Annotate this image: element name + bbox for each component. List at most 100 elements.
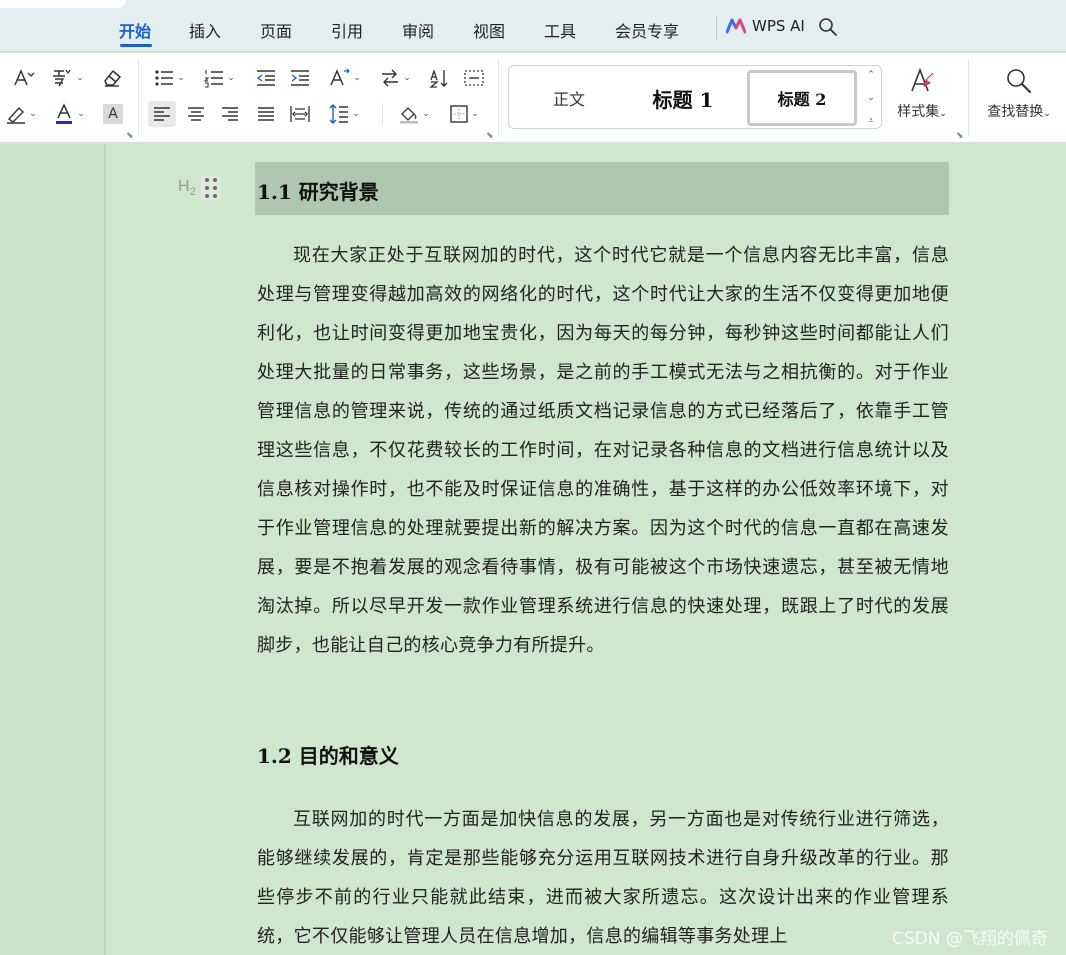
tab-home[interactable]: 开始 [119, 18, 151, 42]
show-marks-button[interactable] [460, 65, 488, 91]
character-shading-button[interactable]: A [100, 101, 126, 127]
eraser-icon [104, 70, 121, 87]
wps-ai-logo-icon [726, 18, 746, 34]
justify-button[interactable] [252, 101, 280, 127]
window-corner [0, 0, 126, 8]
chevron-down-icon: ⌄ [471, 109, 479, 119]
style-set-icon [911, 67, 934, 92]
numbered-list-icon [203, 70, 224, 88]
line-spacing-icon [329, 104, 349, 124]
increase-indent-button[interactable] [286, 65, 314, 91]
sort-icon [429, 68, 448, 88]
line-spacing-button[interactable]: ⌄ [324, 101, 364, 127]
section-1-2-paragraph[interactable]: 互联网加的时代一方面是加快信息的发展，另一方面也是对传统行业进行筛选，能够继续发… [257, 800, 949, 955]
chevron-down-icon: ⌄ [77, 109, 85, 119]
paragraph-dialog-launcher-icon[interactable]: ⬊ [486, 131, 494, 141]
ribbon-divider [138, 59, 139, 137]
heading-level-marker: H2 [178, 178, 196, 199]
chevron-down-icon[interactable]: ⌄ [867, 93, 875, 103]
font-size-decrease-button[interactable] [10, 65, 38, 91]
justify-icon [258, 107, 274, 121]
numbered-list-button[interactable]: ⌄ [200, 65, 238, 91]
tab-view[interactable]: 视图 [473, 18, 505, 42]
chevron-down-icon: ⌄ [403, 73, 411, 83]
wps-ai-label: WPS AI [752, 17, 805, 35]
style-normal[interactable]: 正文 [517, 74, 621, 122]
search-button[interactable] [818, 17, 838, 41]
chevron-down-icon: ⌄ [352, 109, 360, 119]
borders-button[interactable]: ⌄ [444, 101, 484, 127]
block-drag-handle-icon[interactable] [201, 176, 221, 200]
ribbon-divider [382, 103, 383, 125]
section-heading-1-2[interactable]: 1.2 目的和意义 [257, 740, 399, 769]
clear-format-button[interactable] [98, 65, 126, 91]
find-replace-label: 查找替换 [987, 104, 1044, 120]
font-color-button[interactable]: ⌄ [50, 101, 88, 127]
find-replace-button[interactable]: 查找替换⌄ [980, 67, 1058, 121]
active-tab-indicator [120, 44, 152, 47]
align-center-icon [188, 107, 204, 121]
highlighter-icon [7, 106, 26, 124]
paint-bucket-icon [400, 107, 419, 124]
style-gallery-scroll[interactable]: ⌃ ⌄ ⩡ [865, 70, 877, 126]
align-left-button[interactable] [148, 101, 176, 127]
tab-review[interactable]: 审阅 [402, 18, 434, 42]
show-marks-icon [464, 70, 484, 86]
sort-button[interactable] [426, 65, 454, 91]
chevron-down-icon: ⌄ [76, 73, 84, 83]
chevron-down-icon: ⌄ [177, 73, 185, 83]
style-set-label: 样式集 [897, 104, 940, 120]
section-1-1-paragraph[interactable]: 现在大家正处于互联网加的时代，这个时代它就是一个信息内容无比丰富，信息处理与管理… [257, 236, 949, 665]
chevron-down-icon: ⌄ [1043, 109, 1051, 119]
ribbon-toolbar: ⌄ ⌄ ⌄ A ⬊ ⌄ ⌄ ⌄ ⌄ ⌄ ⌄ ⌄ ⬊ 正文 标题 1 标题 2 ⌃… [0, 53, 1066, 143]
search-icon [819, 18, 837, 36]
style-set-button[interactable]: 样式集⌄ [890, 67, 954, 121]
ribbon-divider [498, 59, 499, 137]
chevron-up-icon[interactable]: ⌃ [867, 70, 875, 80]
styles-dialog-launcher-icon[interactable]: ⬊ [956, 131, 964, 141]
bullet-list-button[interactable]: ⌄ [150, 65, 188, 91]
align-right-icon [222, 107, 238, 121]
chevron-down-icon: ⌄ [227, 73, 235, 83]
tab-member[interactable]: 会员专享 [615, 18, 679, 42]
paragraph-shading-button[interactable]: ⌄ [394, 101, 434, 127]
tab-references[interactable]: 引用 [331, 18, 363, 42]
expand-gallery-icon[interactable]: ⩡ [868, 116, 873, 126]
phonetic-guide-icon [53, 69, 71, 87]
borders-icon [450, 105, 468, 123]
style-heading-1[interactable]: 标题 1 [627, 74, 739, 122]
style-heading-2[interactable]: 标题 2 [747, 70, 857, 126]
chinese-layout-icon [382, 69, 399, 87]
document-left-margin [0, 144, 106, 955]
phonetic-guide-button[interactable]: ⌄ [48, 65, 86, 91]
align-right-button[interactable] [216, 101, 244, 127]
ribbon-divider [968, 59, 969, 137]
text-direction-icon [330, 68, 351, 86]
tab-tools[interactable]: 工具 [544, 18, 576, 42]
character-shading-icon: A [103, 104, 123, 124]
tab-insert[interactable]: 插入 [189, 18, 221, 42]
font-dialog-launcher-icon[interactable]: ⬊ [126, 131, 134, 141]
highlight-button[interactable]: ⌄ [2, 101, 40, 127]
increase-indent-icon [291, 70, 309, 86]
bullet-list-icon [155, 70, 174, 86]
section-heading-1-1[interactable]: 1.1 研究背景 [257, 176, 379, 205]
menu-bar: 开始 插入 页面 引用 审阅 视图 工具 会员专享 WPS AI [0, 0, 1066, 52]
distributed-align-button[interactable] [286, 101, 314, 127]
chevron-down-icon: ⌄ [422, 109, 430, 119]
text-direction-button[interactable]: ⌄ [324, 65, 364, 91]
chevron-down-icon: ⌄ [353, 73, 361, 83]
menu-divider [716, 16, 717, 40]
watermark: CSDN @飞翔的佩奇 [892, 929, 1048, 949]
decrease-indent-button[interactable] [252, 65, 280, 91]
align-center-button[interactable] [182, 101, 210, 127]
style-gallery: 正文 标题 1 标题 2 ⌃ ⌄ ⩡ [508, 65, 882, 129]
font-size-decrease-icon [14, 69, 35, 86]
chevron-down-icon: ⌄ [29, 109, 37, 119]
wps-ai-button[interactable]: WPS AI [726, 17, 805, 35]
font-color-icon [56, 103, 73, 124]
chevron-down-icon: ⌄ [939, 109, 947, 119]
chinese-layout-button[interactable]: ⌄ [376, 65, 414, 91]
tab-page[interactable]: 页面 [260, 18, 292, 42]
find-replace-icon [1007, 69, 1031, 93]
